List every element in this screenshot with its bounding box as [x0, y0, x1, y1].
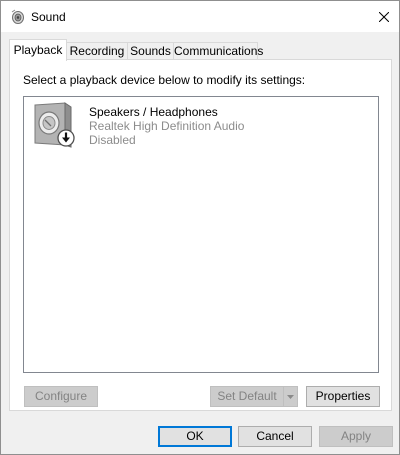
chevron-down-icon: [287, 395, 294, 399]
window-title: Sound: [31, 10, 66, 24]
device-status: Disabled: [89, 133, 136, 147]
sound-dialog: Sound Playback Recording Sounds Communic…: [0, 0, 400, 455]
tab-communications[interactable]: Communications: [173, 42, 263, 59]
close-icon: [379, 11, 389, 22]
ok-button[interactable]: OK: [158, 426, 232, 447]
device-list[interactable]: Speakers / Headphones Realtek High Defin…: [23, 96, 379, 373]
set-default-dropdown[interactable]: [283, 386, 298, 407]
speaker-disabled-icon: [34, 102, 75, 148]
device-driver: Realtek High Definition Audio: [89, 119, 245, 133]
properties-button[interactable]: Properties: [306, 386, 380, 407]
device-item-speakers[interactable]: Speakers / Headphones Realtek High Defin…: [32, 101, 332, 155]
apply-button[interactable]: Apply: [319, 426, 393, 447]
tab-sounds[interactable]: Sounds: [127, 42, 174, 59]
sound-app-icon: [11, 9, 24, 24]
device-name: Speakers / Headphones: [89, 105, 218, 119]
playback-panel: Select a playback device below to modify…: [9, 59, 392, 411]
tab-recording[interactable]: Recording: [66, 42, 128, 59]
set-default-button[interactable]: Set Default: [210, 386, 284, 407]
instruction-text: Select a playback device below to modify…: [23, 73, 306, 87]
tab-playback[interactable]: Playback: [9, 39, 67, 61]
title-bar[interactable]: Sound: [1, 1, 399, 32]
configure-button[interactable]: Configure: [24, 386, 98, 407]
cancel-button[interactable]: Cancel: [238, 426, 312, 447]
close-button[interactable]: [369, 1, 399, 32]
